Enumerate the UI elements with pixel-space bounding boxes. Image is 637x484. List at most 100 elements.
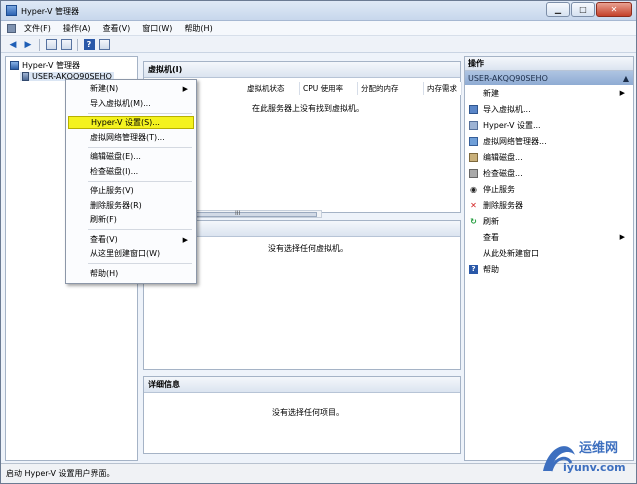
server-context-menu: 新建(N) ▶ 导入虚拟机(M)... Hyper-V 设置(S)... 虚拟网… (65, 79, 197, 284)
window-controls: ▁ □ ✕ (546, 2, 632, 17)
ctx-stop-service[interactable]: 停止服务(V) (68, 184, 194, 197)
action-inspect-disk-label: 检查磁盘... (483, 168, 523, 178)
ctx-help[interactable]: 帮助(H) (68, 267, 194, 280)
back-arrow-icon: ◀ (9, 39, 17, 50)
toolbar-separator (77, 38, 78, 51)
ctx-import-vm[interactable]: 导入虚拟机(M)... (68, 97, 194, 110)
status-text: 启动 Hyper-V 设置用户界面。 (6, 469, 115, 478)
help-toolbar-button[interactable]: ? (83, 39, 95, 51)
actions-server-label: USER-AKQQ90SEHO (468, 73, 548, 83)
hyperv-app-icon (6, 5, 17, 16)
blank-icon (469, 249, 478, 258)
menu-file[interactable]: 文件(F) (20, 23, 55, 34)
hyperv-manager-window: Hyper-V 管理器 ▁ □ ✕ 文件(F) 操作(A) 查看(V) 窗口(W… (0, 0, 637, 484)
stop-icon: ◉ (470, 184, 477, 194)
submenu-arrow-icon: ▶ (182, 235, 188, 244)
up-folder-button[interactable] (45, 39, 57, 51)
action-help-label: 帮助 (483, 264, 499, 274)
show-hide-tree-button[interactable] (60, 39, 72, 51)
action-remove-server[interactable]: ✕ 删除服务器 (465, 197, 633, 213)
details-section: 详细信息 没有选择任何项目。 (143, 376, 461, 454)
watermark-text-url: iyunv.com (563, 461, 626, 474)
refresh-icon: ↻ (470, 216, 477, 226)
scrollbar-grip-icon: III (235, 210, 241, 217)
menu-action[interactable]: 操作(A) (59, 23, 95, 34)
action-refresh-label: 刷新 (483, 216, 499, 226)
back-button[interactable]: ◀ (7, 39, 19, 51)
close-button[interactable]: ✕ (596, 2, 632, 17)
title-bar[interactable]: Hyper-V 管理器 ▁ □ ✕ (1, 1, 636, 21)
action-import-label: 导入虚拟机... (483, 104, 531, 114)
minimize-button[interactable]: ▁ (546, 2, 570, 17)
ctx-separator (88, 181, 192, 182)
tree-root-hyperv-manager[interactable]: Hyper-V 管理器 (10, 60, 80, 71)
action-edit-disk[interactable]: 编辑磁盘... (465, 149, 633, 165)
vm-section-title: 虚拟机(I) (144, 62, 460, 78)
action-help[interactable]: ? 帮助 (465, 261, 633, 277)
close-icon: ✕ (610, 5, 618, 14)
column-vm-state[interactable]: 虚拟机状态 (244, 82, 300, 95)
action-edit-disk-label: 编辑磁盘... (483, 152, 523, 162)
up-folder-icon (45, 39, 57, 50)
network-icon (469, 136, 478, 146)
ctx-separator (88, 263, 192, 264)
action-refresh[interactable]: ↻ 刷新 (465, 213, 633, 229)
column-cpu-usage[interactable]: CPU 使用率 (300, 82, 358, 95)
watermark-text-cn: 运维网 (579, 441, 619, 456)
forward-arrow-icon: ▶ (24, 39, 32, 50)
help-icon: ? (469, 264, 478, 274)
vm-empty-message: 在此服务器上没有找到虚拟机。 (252, 104, 364, 113)
menu-bar: 文件(F) 操作(A) 查看(V) 窗口(W) 帮助(H) (1, 21, 636, 36)
console-icon[interactable] (7, 23, 16, 33)
ctx-view-label: 查看(V) (90, 235, 118, 244)
menu-view[interactable]: 查看(V) (99, 23, 135, 34)
console-tree-icon (60, 39, 72, 50)
snapshots-empty-message: 没有选择任何虚拟机。 (268, 244, 348, 253)
action-pane-icon (98, 39, 110, 50)
column-assigned-memory[interactable]: 分配的内存 (358, 82, 424, 95)
maximize-icon: □ (579, 5, 587, 14)
edit-disk-icon (469, 152, 478, 162)
action-stop-label: 停止服务 (483, 184, 515, 194)
column-memory-demand[interactable]: 内存需求 (424, 82, 462, 95)
action-new-window[interactable]: 从此处新建窗口 (465, 245, 633, 261)
collapse-up-icon[interactable]: ▲ (623, 74, 629, 83)
action-stop-service[interactable]: ◉ 停止服务 (465, 181, 633, 197)
action-new-label: 新建 (483, 88, 499, 98)
details-section-title: 详细信息 (144, 377, 460, 393)
maximize-button[interactable]: □ (571, 2, 595, 17)
action-inspect-disk[interactable]: 检查磁盘... (465, 165, 633, 181)
ctx-edit-disk[interactable]: 编辑磁盘(E)... (68, 150, 194, 163)
action-new-window-label: 从此处新建窗口 (483, 248, 539, 258)
action-vnet-manager[interactable]: 虚拟网络管理器... (465, 133, 633, 149)
action-remove-label: 删除服务器 (483, 200, 523, 210)
ctx-inspect-disk[interactable]: 检查磁盘(I)... (68, 165, 194, 178)
ctx-view[interactable]: 查看(V) ▶ (68, 233, 194, 246)
menu-window[interactable]: 窗口(W) (138, 23, 176, 34)
action-view[interactable]: 查看 ▶ (465, 229, 633, 245)
ctx-new[interactable]: 新建(N) ▶ (68, 82, 194, 95)
delete-x-icon: ✕ (470, 200, 477, 210)
ctx-remove-server[interactable]: 删除服务器(R) (68, 199, 194, 212)
ctx-vnet-manager[interactable]: 虚拟网络管理器(T)... (68, 131, 194, 144)
forward-button[interactable]: ▶ (22, 39, 34, 51)
import-icon (469, 104, 478, 114)
ctx-separator (88, 113, 192, 114)
ctx-hyperv-settings[interactable]: Hyper-V 设置(S)... (68, 116, 194, 129)
actions-title: 操作 (465, 57, 633, 71)
toolbar: ◀ ▶ ? (1, 37, 636, 53)
action-pane-button[interactable] (98, 39, 110, 51)
ctx-refresh[interactable]: 刷新(F) (68, 213, 194, 226)
action-import-vm[interactable]: 导入虚拟机... (465, 101, 633, 117)
action-new[interactable]: 新建 ▶ (465, 85, 633, 101)
window-title: Hyper-V 管理器 (21, 7, 79, 16)
hyperv-manager-icon (10, 61, 19, 70)
settings-icon (469, 120, 478, 130)
menu-help[interactable]: 帮助(H) (180, 23, 216, 34)
actions-server-header[interactable]: USER-AKQQ90SEHO ▲ (465, 71, 633, 85)
submenu-arrow-icon: ▶ (619, 233, 625, 241)
inspect-disk-icon (469, 168, 478, 178)
action-vnet-label: 虚拟网络管理器... (483, 136, 547, 146)
ctx-new-window[interactable]: 从这里创建窗口(W) (68, 247, 194, 260)
action-hyperv-settings[interactable]: Hyper-V 设置... (465, 117, 633, 133)
